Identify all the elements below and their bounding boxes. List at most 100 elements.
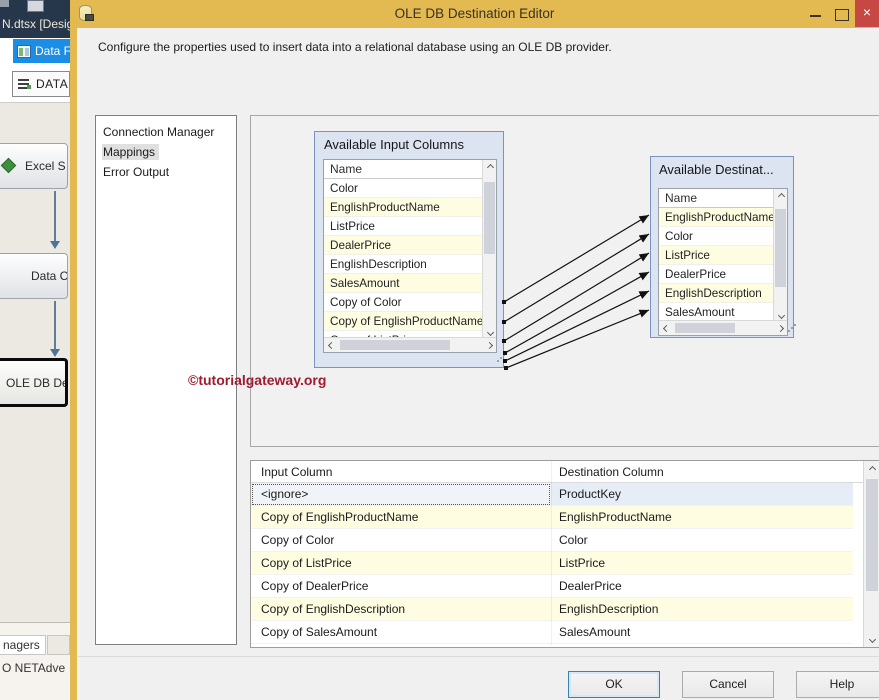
grid-column-divider bbox=[551, 461, 552, 645]
scrollbar-thumb[interactable] bbox=[484, 182, 495, 254]
scroll-right-button[interactable] bbox=[482, 338, 496, 352]
chevron-right-icon bbox=[485, 341, 492, 348]
maximize-button[interactable] bbox=[830, 0, 852, 28]
excel-source-icon bbox=[1, 158, 17, 174]
oledb-destination-editor-dialog: OLE DB Destination Editor × Configure th… bbox=[70, 0, 879, 700]
available-input-columns-title: Available Input Columns bbox=[315, 132, 503, 152]
vs-chrome-fragment bbox=[27, 0, 44, 12]
list-item[interactable]: Color bbox=[324, 179, 483, 198]
vs-chrome-fragment bbox=[0, 0, 9, 7]
dialog-title: OLE DB Destination Editor bbox=[70, 0, 879, 28]
grid-vertical-scrollbar[interactable] bbox=[863, 461, 879, 647]
table-row[interactable]: Copy of ListPrice ListPrice bbox=[251, 552, 853, 575]
dialog-border bbox=[70, 28, 77, 700]
scroll-right-button[interactable] bbox=[773, 321, 787, 335]
ok-button[interactable]: OK bbox=[568, 671, 660, 698]
scroll-down-button[interactable] bbox=[864, 632, 879, 646]
list-item[interactable]: EnglishDescription bbox=[659, 284, 774, 303]
scrollbar-thumb[interactable] bbox=[340, 340, 450, 350]
list-item[interactable]: EnglishProductName bbox=[659, 208, 774, 227]
resize-grip-icon[interactable] bbox=[788, 330, 790, 332]
scrollbar-thumb[interactable] bbox=[866, 479, 878, 591]
flow-arrow bbox=[54, 301, 56, 349]
document-tab-dtsx[interactable]: N.dtsx [Design bbox=[2, 17, 80, 31]
list-header: Name bbox=[659, 189, 787, 208]
mapping-grid: Input Column Destination Column <ignore>… bbox=[250, 460, 879, 648]
designer-tab-strip: Data Fl bbox=[0, 38, 70, 64]
vertical-scrollbar[interactable] bbox=[482, 160, 496, 339]
list-item[interactable]: Copy of EnglishProductName bbox=[324, 312, 483, 331]
flow-arrow bbox=[54, 191, 56, 241]
scroll-up-button[interactable] bbox=[774, 189, 788, 203]
list-rows: Color EnglishProductName ListPrice Deale… bbox=[324, 179, 483, 339]
list-item[interactable]: DealerPrice bbox=[324, 236, 483, 255]
close-button[interactable]: × bbox=[855, 0, 879, 27]
footer-divider bbox=[78, 656, 879, 657]
table-row[interactable]: Copy of SalesAmount SalesAmount bbox=[251, 621, 853, 644]
help-button[interactable]: Help bbox=[796, 671, 879, 698]
tab-data-flow[interactable]: Data Fl bbox=[13, 39, 70, 63]
resize-grip-icon[interactable] bbox=[497, 360, 499, 362]
node-excel-source[interactable]: Excel S bbox=[0, 143, 68, 189]
list-item[interactable]: ListPrice bbox=[659, 246, 774, 265]
data-flow-task-row: DATA bbox=[0, 64, 70, 102]
list-item[interactable]: DealerPrice bbox=[659, 265, 774, 284]
node-data-conversion[interactable]: Data Con bbox=[0, 253, 68, 299]
list-item[interactable]: ListPrice bbox=[324, 217, 483, 236]
close-icon: × bbox=[863, 4, 871, 20]
data-flow-task-selector[interactable]: DATA bbox=[12, 71, 70, 97]
scroll-up-button[interactable] bbox=[483, 160, 497, 174]
horizontal-scrollbar[interactable] bbox=[324, 337, 496, 352]
list-item[interactable]: Color bbox=[659, 227, 774, 246]
available-input-columns-list: Name Color EnglishProductName ListPrice … bbox=[323, 159, 497, 353]
grid-header-destination-column[interactable]: Destination Column bbox=[559, 461, 664, 483]
chevron-left-icon bbox=[662, 324, 669, 331]
list-item[interactable]: SalesAmount bbox=[324, 274, 483, 293]
chevron-up-icon bbox=[777, 192, 784, 199]
scroll-up-button[interactable] bbox=[864, 462, 879, 476]
chevron-down-icon bbox=[868, 635, 875, 642]
connection-manager-item[interactable]: O NETAdve bbox=[2, 661, 65, 675]
scroll-left-button[interactable] bbox=[659, 321, 673, 335]
nav-item-connection-manager[interactable]: Connection Manager bbox=[98, 122, 234, 142]
list-item[interactable]: Copy of Color bbox=[324, 293, 483, 312]
scroll-left-button[interactable] bbox=[324, 338, 338, 352]
dialog-description: Configure the properties used to insert … bbox=[98, 40, 612, 54]
table-row[interactable]: Copy of EnglishProductName EnglishProduc… bbox=[251, 506, 853, 529]
scrollbar-thumb[interactable] bbox=[675, 323, 735, 333]
list-rows: EnglishProductName Color ListPrice Deale… bbox=[659, 208, 774, 322]
dialog-border-inner bbox=[77, 28, 80, 700]
list-item[interactable]: EnglishDescription bbox=[324, 255, 483, 274]
table-row[interactable]: <ignore> ProductKey bbox=[251, 483, 853, 506]
dialog-titlebar[interactable]: OLE DB Destination Editor × bbox=[70, 0, 879, 28]
list-header: Name bbox=[324, 160, 496, 179]
cancel-button[interactable]: Cancel bbox=[682, 671, 774, 698]
chevron-right-icon bbox=[776, 324, 783, 331]
grid-header-row: Input Column Destination Column bbox=[251, 461, 863, 483]
available-destination-columns-list: Name EnglishProductName Color ListPrice … bbox=[658, 188, 788, 336]
available-input-columns-box: Available Input Columns Name Color Engli… bbox=[314, 131, 504, 368]
nav-item-error-output[interactable]: Error Output bbox=[98, 162, 234, 182]
table-row[interactable]: Copy of Color Color bbox=[251, 529, 853, 552]
scrollbar-thumb[interactable] bbox=[775, 209, 786, 287]
grid-header-input-column[interactable]: Input Column bbox=[261, 461, 332, 483]
chevron-down-icon bbox=[777, 311, 784, 318]
nav-item-mappings[interactable]: Mappings bbox=[98, 142, 234, 162]
grid-rows: <ignore> ProductKey Copy of EnglishProdu… bbox=[251, 483, 853, 644]
chevron-up-icon bbox=[486, 163, 493, 170]
vertical-scrollbar[interactable] bbox=[773, 189, 787, 322]
list-item[interactable]: EnglishProductName bbox=[324, 198, 483, 217]
data-flow-icon bbox=[17, 45, 31, 58]
available-destination-columns-box: Available Destinat... Name EnglishProduc… bbox=[650, 156, 794, 338]
tab-connection-managers[interactable]: nagers bbox=[0, 635, 46, 655]
designer-surface: Excel S Data Con OLE DB De bbox=[0, 102, 70, 622]
chevron-up-icon bbox=[868, 465, 875, 472]
connection-managers-pane: nagers O NETAdve bbox=[0, 622, 70, 700]
chevron-down-icon bbox=[486, 328, 493, 335]
mapping-canvas: Available Input Columns Name Color Engli… bbox=[250, 115, 879, 447]
table-row[interactable]: Copy of DealerPrice DealerPrice bbox=[251, 575, 853, 598]
horizontal-scrollbar[interactable] bbox=[659, 320, 787, 335]
minimize-button[interactable] bbox=[805, 0, 827, 28]
node-oledb-destination[interactable]: OLE DB De bbox=[0, 358, 68, 407]
table-row[interactable]: Copy of EnglishDescription EnglishDescri… bbox=[251, 598, 853, 621]
